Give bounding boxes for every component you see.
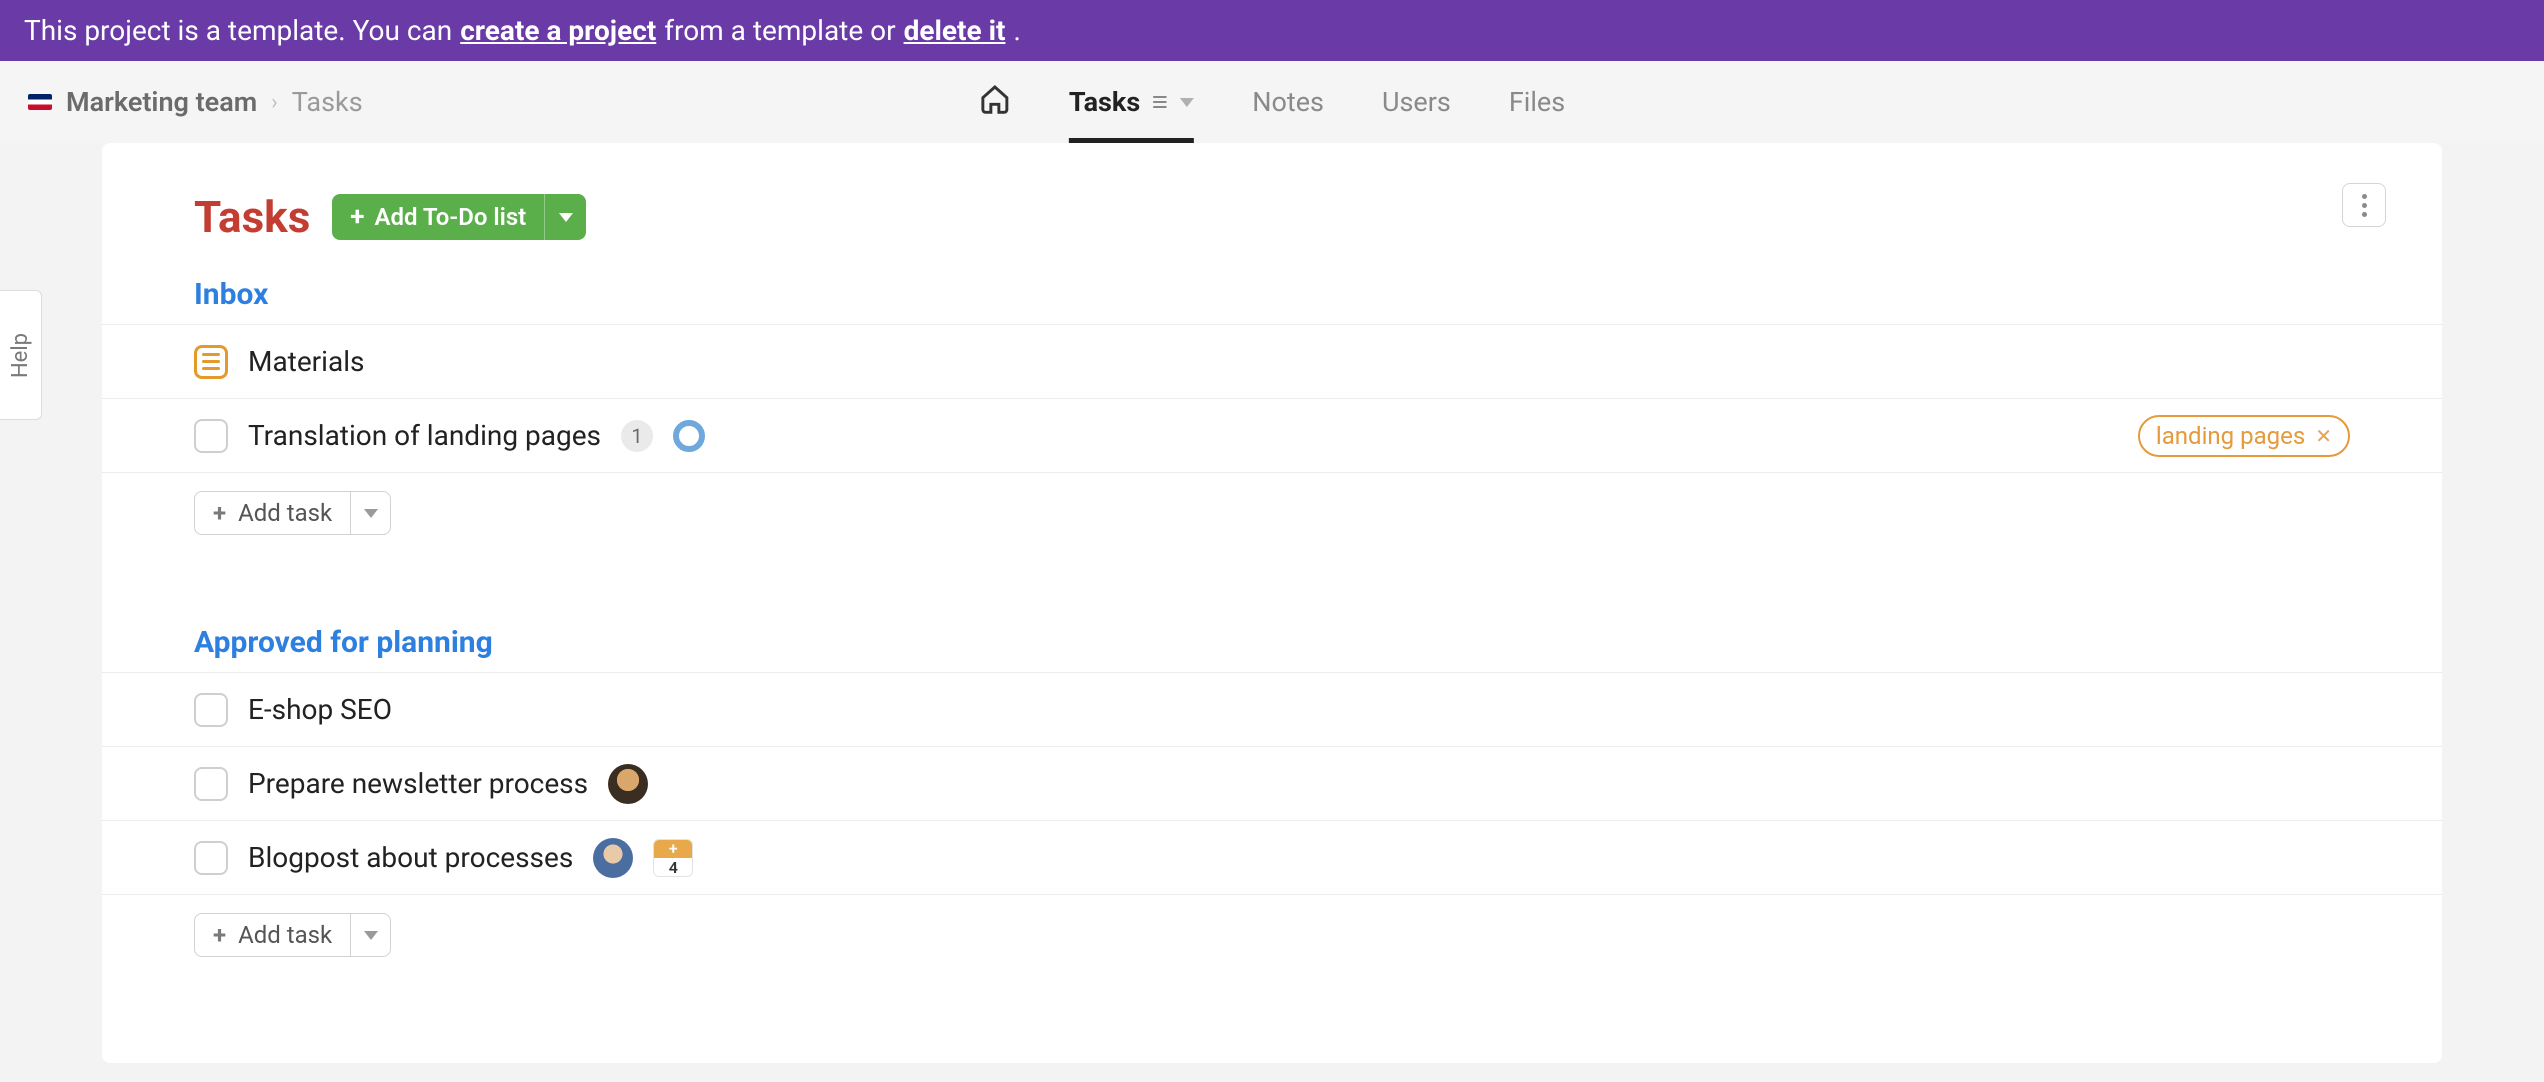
- add-task-main[interactable]: + Add task: [195, 914, 350, 956]
- chevron-down-icon: [364, 931, 378, 940]
- task-checkbox[interactable]: [194, 419, 228, 453]
- banner-text-middle: from a template or: [664, 14, 895, 47]
- plus-icon: +: [350, 202, 364, 232]
- page-header: Tasks + Add To-Do list: [194, 191, 2350, 243]
- task-checkbox[interactable]: [194, 841, 228, 875]
- breadcrumb: Marketing team › Tasks: [28, 86, 363, 118]
- task-title: Translation of landing pages: [248, 419, 601, 452]
- kebab-icon: [2362, 194, 2367, 217]
- task-title: Blogpost about processes: [248, 841, 573, 874]
- task-title: Prepare newsletter process: [248, 767, 588, 800]
- nav-users[interactable]: Users: [1382, 61, 1451, 143]
- task-title: Materials: [248, 345, 364, 378]
- add-task-dropdown[interactable]: [350, 914, 390, 956]
- add-todo-list-label: Add To-Do list: [374, 203, 526, 231]
- add-task-main[interactable]: + Add task: [195, 492, 350, 534]
- nav-notes[interactable]: Notes: [1252, 61, 1324, 143]
- chevron-down-icon: [364, 509, 378, 518]
- breadcrumb-project[interactable]: Marketing team: [66, 86, 257, 118]
- section-title-inbox[interactable]: Inbox: [194, 277, 2350, 312]
- task-checkbox[interactable]: [194, 693, 228, 727]
- status-ring-icon: [673, 420, 705, 452]
- extra-assignees-badge[interactable]: + 4: [653, 839, 693, 877]
- task-row[interactable]: E-shop SEO: [102, 673, 2442, 747]
- help-tab[interactable]: Help: [0, 290, 42, 420]
- task-row[interactable]: Materials: [102, 325, 2442, 399]
- extra-badge-plus: +: [654, 840, 692, 858]
- main-card: Tasks + Add To-Do list Inbox Materials T…: [102, 143, 2442, 1063]
- add-task-dropdown[interactable]: [350, 492, 390, 534]
- avatar[interactable]: [593, 838, 633, 878]
- banner-text-suffix: .: [1013, 14, 1020, 47]
- add-task-label: Add task: [238, 499, 332, 527]
- extra-badge-count: 4: [654, 858, 692, 877]
- count-badge: 1: [621, 420, 653, 452]
- tag-landing-pages[interactable]: landing pages ✕: [2138, 415, 2350, 457]
- plus-icon: +: [213, 921, 226, 949]
- section-title-approved[interactable]: Approved for planning: [194, 625, 2350, 660]
- add-task-label: Add task: [238, 921, 332, 949]
- flag-icon: [28, 94, 52, 110]
- list-view-icon: [1150, 92, 1170, 112]
- breadcrumb-current: Tasks: [292, 86, 363, 118]
- nav-tasks[interactable]: Tasks: [1069, 61, 1194, 143]
- add-task-button: + Add task: [194, 491, 391, 535]
- create-project-link[interactable]: create a project: [460, 14, 656, 47]
- nav-notes-label: Notes: [1252, 86, 1324, 118]
- nav-users-label: Users: [1382, 86, 1451, 118]
- add-todo-list-dropdown[interactable]: [544, 194, 586, 240]
- page-title: Tasks: [194, 191, 310, 243]
- nav-home[interactable]: [979, 61, 1011, 143]
- list-icon: [194, 345, 228, 379]
- task-row[interactable]: Blogpost about processes + 4: [102, 821, 2442, 895]
- add-task-button: + Add task: [194, 913, 391, 957]
- nav-files[interactable]: Files: [1509, 61, 1565, 143]
- help-label: Help: [8, 332, 33, 377]
- delete-template-link[interactable]: delete it: [904, 14, 1006, 47]
- task-title: E-shop SEO: [248, 693, 392, 726]
- main-nav: Tasks Notes Users Files: [979, 61, 1565, 143]
- chevron-right-icon: ›: [271, 90, 278, 115]
- banner-text-prefix: This project is a template. You can: [24, 14, 452, 47]
- more-options-button[interactable]: [2342, 183, 2386, 227]
- tag-label: landing pages: [2156, 422, 2305, 450]
- avatar[interactable]: [608, 764, 648, 804]
- nav-tasks-label: Tasks: [1069, 86, 1140, 118]
- plus-icon: +: [213, 499, 226, 527]
- tag-remove-icon[interactable]: ✕: [2315, 424, 2332, 448]
- nav-files-label: Files: [1509, 86, 1565, 118]
- add-todo-list-button: + Add To-Do list: [332, 194, 586, 240]
- home-icon: [979, 83, 1011, 122]
- chevron-down-icon: [559, 213, 573, 222]
- task-checkbox[interactable]: [194, 767, 228, 801]
- template-banner: This project is a template. You can crea…: [0, 0, 2544, 61]
- task-row[interactable]: Prepare newsletter process: [102, 747, 2442, 821]
- add-todo-list-main[interactable]: + Add To-Do list: [332, 194, 544, 240]
- chevron-down-icon: [1180, 98, 1194, 107]
- top-bar: Marketing team › Tasks Tasks Notes Users…: [0, 61, 2544, 143]
- task-row[interactable]: Translation of landing pages 1 landing p…: [102, 399, 2442, 473]
